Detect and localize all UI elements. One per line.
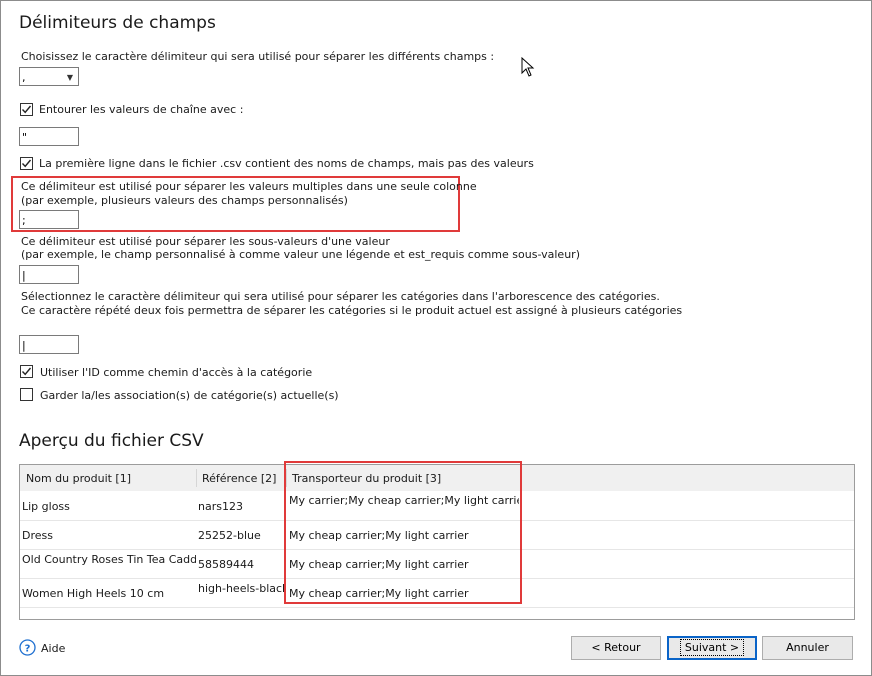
category-line1: Sélectionnez le caractère délimiteur qui… <box>21 290 660 303</box>
enclose-checkbox[interactable] <box>20 103 33 116</box>
keep-assoc-label: Garder la/les association(s) de catégori… <box>40 389 339 402</box>
category-line2: Ce caractère répété deux fois permettra … <box>21 304 683 317</box>
first-line-label: La première ligne dans le fichier .csv c… <box>39 157 534 170</box>
chevron-down-icon: ▼ <box>66 73 73 82</box>
category-value: | <box>22 339 26 352</box>
multi-value-value: ; <box>22 214 26 227</box>
first-line-checkbox[interactable] <box>20 157 33 170</box>
next-button[interactable]: Suivant > <box>667 636 757 660</box>
col-header-name[interactable]: Nom du produit [1] <box>20 465 196 491</box>
use-id-checkbox[interactable] <box>20 365 33 378</box>
multi-value-line1: Ce délimiteur est utilisé pour séparer l… <box>21 180 477 193</box>
svg-text:?: ? <box>25 644 31 655</box>
field-delimiter-value: , <box>22 71 26 84</box>
table-cell: Women High Heels 10 cm <box>22 587 165 600</box>
help-link[interactable]: Aide <box>41 642 65 655</box>
section-title-delimiters: Délimiteurs de champs <box>19 13 216 33</box>
table-cell: nars123 <box>198 500 243 513</box>
table-cell: 58589444 <box>198 558 254 571</box>
table-cell: 25252-blue <box>198 529 261 542</box>
sub-value-value: | <box>22 269 26 282</box>
enclose-input[interactable]: " <box>19 127 79 146</box>
row-divider <box>20 607 854 608</box>
help-icon[interactable]: ? <box>19 639 36 656</box>
checkmark-icon <box>21 105 32 114</box>
back-button[interactable]: < Retour <box>571 636 661 660</box>
sub-value-line1: Ce délimiteur est utilisé pour séparer l… <box>21 235 390 248</box>
cancel-button[interactable]: Annuler <box>762 636 853 660</box>
header-divider <box>196 469 197 487</box>
next-button-label: Suivant > <box>679 639 745 656</box>
field-delimiter-label: Choisissez le caractère délimiteur qui s… <box>21 50 495 63</box>
highlight-carrier-column <box>284 461 522 604</box>
mouse-cursor-icon <box>521 57 535 77</box>
keep-assoc-checkbox[interactable] <box>20 388 33 401</box>
section-title-preview: Aperçu du fichier CSV <box>19 431 204 451</box>
sub-value-input[interactable]: | <box>19 265 79 284</box>
checkmark-icon <box>21 367 32 376</box>
sub-value-line2: (par exemple, le champ personnalisé à co… <box>21 248 580 261</box>
col-header-reference[interactable]: Référence [2] <box>196 465 286 491</box>
table-cell: Lip gloss <box>22 500 70 513</box>
multi-value-line2: (par exemple, plusieurs valeurs des cham… <box>21 194 348 207</box>
multi-value-input[interactable]: ; <box>19 210 79 229</box>
checkmark-icon <box>21 159 32 168</box>
field-delimiter-select[interactable]: , ▼ <box>19 67 79 86</box>
use-id-label: Utiliser l'ID comme chemin d'accès à la … <box>40 366 313 379</box>
table-cell: Old Country Roses Tin Tea Caddy <box>22 553 196 566</box>
category-input[interactable]: | <box>19 335 79 354</box>
enclose-label: Entourer les valeurs de chaîne avec : <box>39 103 244 116</box>
table-cell: Dress <box>22 529 53 542</box>
enclose-value: " <box>22 131 28 144</box>
table-cell: high-heels-black <box>198 582 286 595</box>
